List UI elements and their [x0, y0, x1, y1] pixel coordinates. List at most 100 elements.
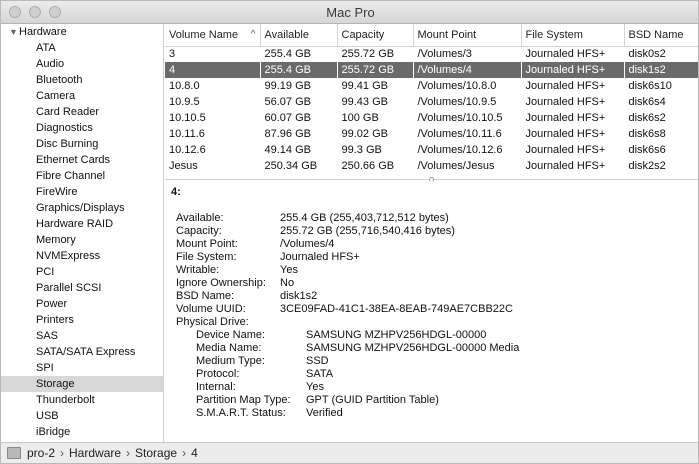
sidebar-item-sas[interactable]: SAS: [1, 328, 163, 344]
sidebar-item-audio[interactable]: Audio: [1, 56, 163, 72]
column-header-file-system[interactable]: File System: [521, 24, 625, 47]
chevron-right-icon: ›: [60, 446, 65, 460]
title-bar: Mac Pro: [1, 1, 698, 24]
table-row[interactable]: 10.8.0 99.19 GB 99.41 GB/Volumes/10.8.0 Jou…: [165, 78, 698, 94]
sidebar-item-thunderbolt[interactable]: Thunderbolt: [1, 392, 163, 408]
table-cell: Journaled HFS+: [525, 144, 606, 156]
sidebar-item-firewire[interactable]: FireWire: [1, 184, 163, 200]
detail-row: BSD Name: disk1s2: [176, 290, 696, 303]
detail-value: 3CE09FAD-41C1-38EA-8EAB-749AE7CBB22C: [280, 303, 513, 315]
breadcrumb-item-hardware[interactable]: Hardware: [69, 446, 121, 460]
table-row[interactable]: 10.9.5 56.07 GB 99.43 GB/Volumes/10.9.5 Jou…: [165, 94, 698, 110]
detail-value: Yes: [306, 381, 324, 393]
table-cell: /Volumes/3: [417, 48, 472, 61]
table-cell: 99.02 GB: [341, 128, 388, 140]
table-cell: Journaled HFS+: [525, 160, 606, 172]
detail-row: Volume UUID: 3CE09FAD-41C1-38EA-8EAB-749A…: [176, 303, 696, 316]
table-cell: 10.9.5: [169, 96, 200, 108]
table-cell: 100 GB: [341, 112, 379, 124]
detail-row: Mount Point: /Volumes/4: [176, 238, 696, 251]
table-row[interactable]: 4 255.4 GB 255.72 GB/Volumes/4 Journaled HF…: [165, 62, 698, 78]
table-cell: disk6s10: [628, 80, 672, 92]
breadcrumb-item-4[interactable]: 4: [191, 446, 198, 460]
table-cell: /Volumes/10.11.6: [417, 128, 502, 140]
sidebar-item-spi[interactable]: SPI: [1, 360, 163, 376]
column-header-volume-name[interactable]: Volume Name ^: [165, 24, 261, 47]
table-cell: disk6s4: [628, 96, 666, 108]
table-cell: /Volumes/10.10.5: [417, 112, 503, 124]
sidebar-header-hardware[interactable]: ▼Hardware: [1, 24, 163, 40]
sidebar-item-printers[interactable]: Printers: [1, 312, 163, 328]
sidebar-item-sata-sata-express[interactable]: SATA/SATA Express: [1, 344, 163, 360]
detail-row: Ignore Ownership: No: [176, 277, 696, 290]
disclosure-triangle-icon[interactable]: ▼: [9, 24, 19, 40]
sidebar-item-ethernet-cards[interactable]: Ethernet Cards: [1, 152, 163, 168]
table-cell: /Volumes/Jesus: [417, 160, 495, 172]
sidebar-item-bluetooth[interactable]: Bluetooth: [1, 72, 163, 88]
path-bar: pro-2 › Hardware › Storage › 4: [1, 442, 698, 463]
chevron-right-icon: ›: [126, 446, 131, 460]
table-cell: /Volumes/10.12.6: [417, 144, 503, 156]
column-header-available[interactable]: Available: [260, 24, 338, 47]
table-row[interactable]: 10.11.6 87.96 GB 99.02 GB/Volumes/10.11.6 J…: [165, 126, 698, 142]
breadcrumb-item-pro-2[interactable]: pro-2: [27, 446, 55, 460]
sidebar-item-camera[interactable]: Camera: [1, 88, 163, 104]
detail-row: File System: Journaled HFS+: [176, 251, 696, 264]
detail-key: Ignore Ownership:: [176, 277, 266, 289]
column-header-mount-point[interactable]: Mount Point: [413, 24, 522, 47]
system-information-window: Mac Pro ▼Hardware ATA Audio Bluetooth Camer…: [0, 0, 699, 464]
table-cell: 99.19 GB: [264, 80, 311, 92]
table-cell: Journaled HFS+: [521, 62, 624, 78]
table-row[interactable]: Jesus 250.34 GB 250.66 GB/Volumes/Jesus Jou…: [165, 158, 698, 174]
detail-value: Yes: [280, 264, 298, 276]
table-body: 3 255.4 GB 255.72 GB/Volumes/3 Journaled HF…: [165, 46, 698, 174]
drive-detail-row: Partition Map Type: GPT (GUID Partition T…: [196, 394, 696, 407]
detail-value: GPT (GUID Partition Table): [306, 394, 439, 406]
sidebar-item-ata[interactable]: ATA: [1, 40, 163, 56]
column-header-bsd-name[interactable]: BSD Name: [624, 24, 698, 47]
detail-key: BSD Name:: [176, 290, 235, 302]
table-cell: 255.4 GB: [260, 62, 337, 78]
sidebar-item-hardware-raid[interactable]: Hardware RAID: [1, 216, 163, 232]
sidebar-item-card-reader[interactable]: Card Reader: [1, 104, 163, 120]
column-header-label: Capacity: [341, 28, 385, 41]
drive-detail-row: Internal: Yes: [196, 381, 696, 394]
sidebar-item-nvmexpress[interactable]: NVMExpress: [1, 248, 163, 264]
table-cell: Journaled HFS+: [525, 96, 606, 108]
detail-key: Media Name:: [196, 342, 262, 354]
table-row[interactable]: 3 255.4 GB 255.72 GB/Volumes/3 Journaled HF…: [165, 46, 698, 62]
table-cell: Journaled HFS+: [525, 128, 606, 140]
sidebar-item-diagnostics[interactable]: Diagnostics: [1, 120, 163, 136]
drive-detail-row: Protocol: SATA: [196, 368, 696, 381]
table-row[interactable]: 10.12.6 49.14 GB 99.3 GB/Volumes/10.12.6 Jo…: [165, 142, 698, 158]
column-header-label: Volume Name: [169, 28, 239, 41]
sidebar-item-memory[interactable]: Memory: [1, 232, 163, 248]
column-header-capacity[interactable]: Capacity: [337, 24, 414, 47]
sidebar-item-graphics-displays[interactable]: Graphics/Displays: [1, 200, 163, 216]
sidebar-item-storage[interactable]: Storage: [1, 376, 163, 392]
table-cell: 255.72 GB: [337, 62, 413, 78]
detail-key: Writable:: [176, 264, 220, 276]
sidebar-item-parallel-scsi[interactable]: Parallel SCSI: [1, 280, 163, 296]
detail-key: Device Name:: [196, 329, 266, 341]
table-cell: 87.96 GB: [264, 128, 311, 140]
sort-ascending-icon: ^: [250, 28, 256, 40]
drive-detail-row: Medium Type: SSD: [196, 355, 696, 368]
column-header-label: File System: [525, 28, 583, 41]
sidebar-item-usb[interactable]: USB: [1, 408, 163, 424]
sidebar-item-ibridge[interactable]: iBridge: [1, 424, 163, 440]
table-cell: Journaled HFS+: [525, 112, 606, 124]
table-cell: disk6s6: [628, 144, 666, 156]
sidebar-item-pci[interactable]: PCI: [1, 264, 163, 280]
sidebar-item-fibre-channel[interactable]: Fibre Channel: [1, 168, 163, 184]
table-cell: 3: [169, 48, 176, 61]
detail-value: 255.4 GB (255,403,712,512 bytes): [280, 212, 449, 224]
table-cell: Jesus: [169, 160, 198, 172]
detail-key: Medium Type:: [196, 355, 265, 367]
table-cell: Journaled HFS+: [525, 48, 606, 61]
breadcrumb-item-storage[interactable]: Storage: [135, 446, 177, 460]
sidebar-item-disc-burning[interactable]: Disc Burning: [1, 136, 163, 152]
table-row[interactable]: 10.10.5 60.07 GB 100 GB/Volumes/10.10.5 Jou…: [165, 110, 698, 126]
sidebar-item-power[interactable]: Power: [1, 296, 163, 312]
column-header-label: Available: [264, 28, 309, 41]
